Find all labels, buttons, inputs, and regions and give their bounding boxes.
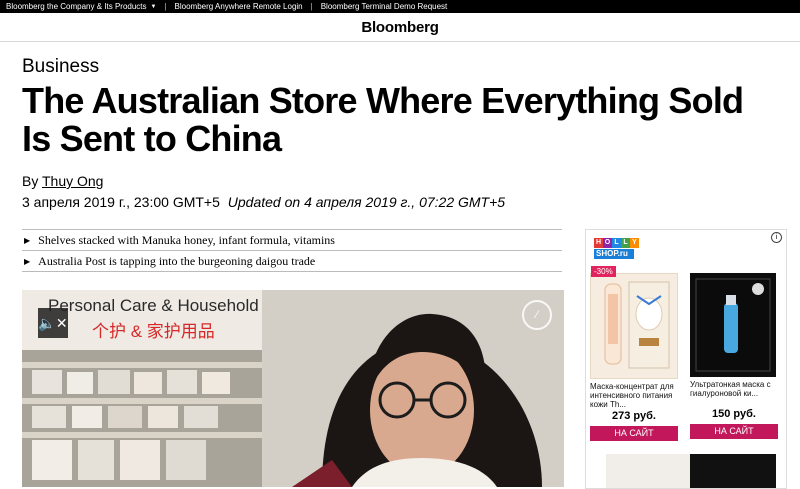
triangle-right-icon: ▶ (24, 235, 31, 245)
discount-badge: -30% (591, 266, 616, 277)
product-price: 273 руб. (612, 410, 656, 422)
updated-label: Updated on (227, 194, 301, 210)
remote-login-link[interactable]: Bloomberg Anywhere Remote Login (167, 2, 311, 11)
published-date: 3 апреля 2019 г., 23:00 GMT+5 (22, 194, 220, 210)
go-to-site-button[interactable]: НА САЙТ (590, 426, 678, 441)
highlight-item: ▶ Australia Post is tapping into the bur… (22, 250, 562, 272)
updated-date: 4 апреля 2019 г., 07:22 GMT+5 (304, 194, 506, 210)
logo-letter: L (612, 238, 621, 248)
publish-dates: 3 апреля 2019 г., 23:00 GMT+5 Updated on… (22, 194, 505, 210)
terminal-demo-link[interactable]: Bloomberg Terminal Demo Request (313, 2, 456, 11)
ad-product-thumbnail[interactable] (690, 454, 776, 488)
logo-letter: H (594, 238, 603, 248)
mask-package-image (604, 281, 670, 369)
highlight-text: Australia Post is tapping into the burge… (38, 253, 316, 268)
holly-shop-logo[interactable]: HOLLY SHOP.ru (594, 238, 648, 260)
logo-letter: Y (630, 238, 639, 248)
triangle-right-icon: ▶ (24, 256, 31, 266)
top-navigation-bar: Bloomberg the Company & Its Products ▼ |… (0, 0, 800, 13)
section-label[interactable]: Business (22, 56, 99, 78)
brand-header: Bloomberg (0, 13, 800, 42)
go-to-site-button[interactable]: НА САЙТ (690, 424, 778, 439)
logo-letter: L (621, 238, 630, 248)
company-products-menu[interactable]: Bloomberg the Company & Its Products ▼ (0, 2, 164, 11)
logo-letter: O (603, 238, 612, 248)
logo-letters: HOLLY (594, 238, 648, 248)
author-link[interactable]: Thuy Ong (42, 173, 103, 189)
store-sign-text: Personal Care & Household (48, 296, 259, 315)
company-products-label: Bloomberg the Company & Its Products (6, 2, 147, 11)
ad-product-thumbnail[interactable] (606, 454, 692, 488)
article-highlights: ▶ Shelves stacked with Manuka honey, inf… (22, 229, 562, 272)
product-name: Маска-концентрат для интенсивного питани… (590, 382, 674, 409)
product-image: -30% (590, 266, 678, 379)
terminal-demo-label: Bloomberg Terminal Demo Request (320, 2, 448, 11)
remote-login-label: Bloomberg Anywhere Remote Login (174, 2, 303, 11)
logo-shop-text: SHOP.ru (594, 249, 634, 259)
mask-package-image (695, 278, 771, 372)
article-headline: The Australian Store Where Everything So… (22, 80, 744, 159)
highlight-text: Shelves stacked with Manuka honey, infan… (38, 232, 335, 247)
video-player[interactable]: Personal Care & Household 个护 & 家护用品 🔈✕ ⁄ (22, 290, 564, 487)
product-image (690, 273, 776, 377)
product-price: 150 руб. (712, 408, 756, 420)
brand-logo[interactable]: Bloomberg (361, 19, 439, 36)
info-icon[interactable]: i (771, 232, 782, 243)
byline: By Thuy Ong (22, 173, 103, 189)
byline-prefix: By (22, 173, 39, 189)
chevron-down-icon: ▼ (150, 3, 157, 10)
ad-product-card[interactable]: Ультратонкая маска с гиалуроновой ки... … (690, 273, 778, 439)
mute-icon[interactable]: 🔈✕ (38, 308, 68, 338)
highlight-item: ▶ Shelves stacked with Manuka honey, inf… (22, 229, 562, 250)
share-icon[interactable]: ⁄ (522, 300, 552, 330)
product-name: Ультратонкая маска с гиалуроновой ки... (690, 380, 771, 398)
ad-product-card[interactable]: -30% Маска-концентрат для интенсивного п… (590, 266, 678, 441)
store-sign-chinese: 个护 & 家护用品 (92, 322, 215, 341)
advertisement[interactable]: i HOLLY SHOP.ru -30% Маска-концентрат дл… (585, 229, 787, 489)
